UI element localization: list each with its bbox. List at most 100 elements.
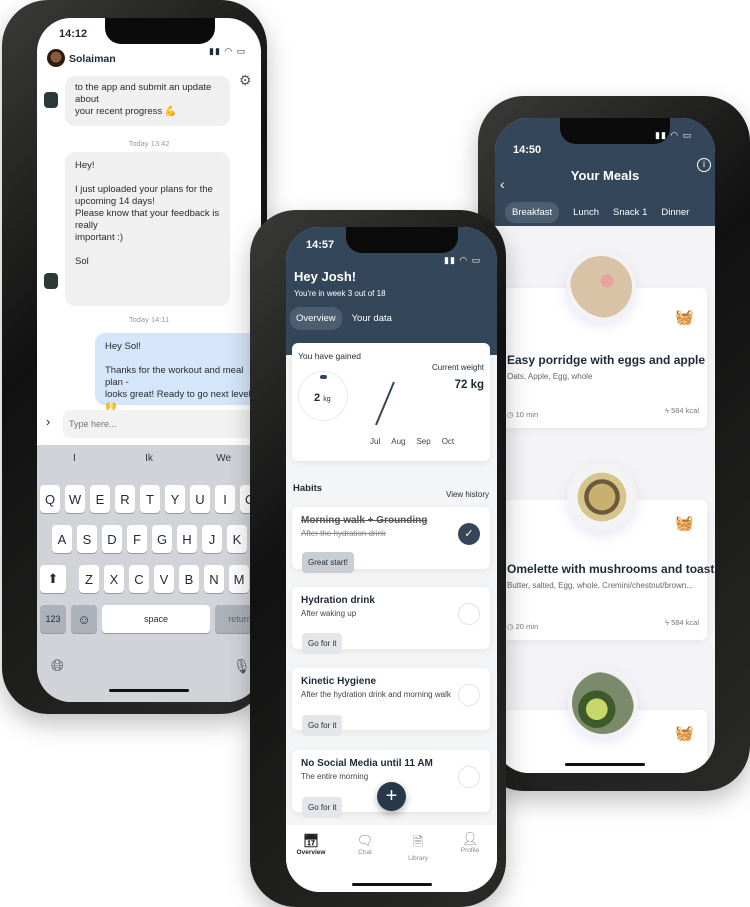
chat-screen: 14:12 ▮▮ ◠ ▭ Solaiman ⚙ to the app and s… (37, 18, 261, 702)
habit-checkbox[interactable] (458, 766, 480, 788)
current-weight: 72 kg (454, 379, 484, 391)
status-time: 14:57 (306, 239, 335, 251)
tab-snack-1[interactable]: Snack 1 (613, 202, 647, 223)
meal-ingredients: Butter, salted, Egg, whole, Cremini/ches… (507, 581, 693, 590)
meal-kcal-value: 584 kcal (671, 618, 699, 627)
keyboard-row-4: 123 ☺ space return (40, 605, 261, 633)
key-m[interactable]: M (229, 565, 249, 593)
home-indicator (565, 763, 645, 766)
weight-card[interactable]: You have gained 2 kg Jul Aug Sep Oct Cur… (292, 343, 490, 461)
month-label: Sep (416, 437, 431, 446)
info-icon[interactable]: i (697, 158, 711, 172)
message-input[interactable] (63, 410, 261, 438)
week-progress: You're in week 3 out of 18 (294, 289, 386, 298)
signal-icon: ▮▮ ◠ ▭ (655, 130, 693, 140)
key-s[interactable]: S (77, 525, 97, 553)
keyboard-row-3: ⬆ ZXCVBNM ⌫ (40, 565, 261, 593)
weight-trend-line (375, 381, 395, 426)
key-i[interactable]: I (215, 485, 235, 513)
key-f[interactable]: F (127, 525, 147, 553)
key-z[interactable]: Z (79, 565, 99, 593)
nav-overview[interactable]: 📅︎ Overview (291, 833, 331, 856)
calendar-check-icon: 📅︎ (302, 833, 320, 848)
habit-checkbox[interactable] (458, 603, 480, 625)
coach-avatar (44, 273, 58, 289)
meal-kcal: ϟ 584 kcal (665, 618, 699, 627)
meal-title: Omelette with mushrooms and toast (507, 562, 715, 576)
tab-dinner[interactable]: Dinner (661, 202, 689, 223)
message-bubble: Hey Sol! Thanks for the workout and meal… (95, 333, 261, 412)
emoji-key[interactable]: ☺ (71, 605, 97, 633)
gained-ring-progress (320, 375, 327, 379)
key-r[interactable]: R (115, 485, 135, 513)
add-habit-button[interactable]: + (377, 782, 406, 811)
habit-subtitle: After waking up (301, 609, 357, 618)
meal-kcal-value: 584 kcal (671, 406, 699, 415)
space-key[interactable]: space (102, 605, 210, 633)
tab-lunch[interactable]: Lunch (573, 202, 599, 223)
shift-key[interactable]: ⬆ (40, 565, 66, 593)
month-label: Aug (391, 437, 406, 446)
nav-chat[interactable]: 🗨︎ Chat (345, 833, 385, 856)
habit-title: No Social Media until 11 AM (301, 758, 433, 769)
key-w[interactable]: W (65, 485, 85, 513)
habit-title: Kinetic Hygiene (301, 676, 377, 687)
key-a[interactable]: A (52, 525, 72, 553)
key-k[interactable]: K (227, 525, 247, 553)
suggestion[interactable]: Ik (112, 453, 187, 464)
overview-screen: 14:57 ▮▮ ◠ ▭ Hey Josh! You're in week 3 … (286, 227, 497, 892)
key-t[interactable]: T (140, 485, 160, 513)
porridge-image (566, 252, 636, 322)
key-u[interactable]: U (190, 485, 210, 513)
settings-gear-icon[interactable]: ⚙ (239, 72, 252, 89)
meals-phone: 14:50 ▮▮ ◠ ▭ ‹ Your Meals i Breakfast Lu… (478, 96, 750, 791)
add-to-basket-icon[interactable]: 🧺 (675, 308, 694, 326)
key-y[interactable]: Y (165, 485, 185, 513)
key-v[interactable]: V (154, 565, 174, 593)
tab-your-data[interactable]: Your data (350, 307, 394, 330)
suggestion[interactable]: I (37, 453, 112, 464)
key-d[interactable]: D (102, 525, 122, 553)
add-to-basket-icon[interactable]: 🧺 (675, 724, 694, 742)
nav-profile[interactable]: 👤︎ Profile (450, 831, 490, 854)
nav-label: Chat (358, 849, 372, 856)
habit-action-button[interactable]: Go for it (302, 797, 343, 818)
avocado-image (568, 668, 638, 738)
microphone-icon[interactable]: 🎙︎ (233, 658, 251, 675)
keyboard-letters: ZXCVBNM (79, 565, 249, 593)
habit-checkbox[interactable] (458, 684, 480, 706)
key-e[interactable]: E (90, 485, 110, 513)
habit-action-button[interactable]: Go for it (302, 633, 343, 654)
habit-action-button[interactable]: Go for it (302, 715, 343, 736)
key-j[interactable]: J (202, 525, 222, 553)
tab-breakfast[interactable]: Breakfast (505, 202, 560, 223)
tab-overview[interactable]: Overview (290, 307, 342, 330)
view-history-link[interactable]: View history (446, 490, 489, 499)
status-time: 14:50 (513, 144, 542, 156)
omelette-image (567, 462, 637, 532)
habits-title: Habits (293, 483, 323, 494)
key-n[interactable]: N (204, 565, 224, 593)
coach-avatar (44, 92, 58, 108)
contact-avatar[interactable] (47, 49, 65, 67)
gained-number: 2 (314, 392, 321, 404)
timestamp: Today 14:11 (128, 315, 170, 324)
habit-action-button[interactable]: Great start! (302, 552, 355, 573)
key-q[interactable]: Q (40, 485, 60, 513)
key-c[interactable]: C (129, 565, 149, 593)
expand-chevron-icon[interactable]: › (46, 414, 50, 429)
meal-kcal: ϟ 584 kcal (665, 406, 699, 415)
nav-library[interactable]: 🗎 Library (398, 833, 438, 862)
key-x[interactable]: X (104, 565, 124, 593)
key-g[interactable]: G (152, 525, 172, 553)
habit-done-check-icon[interactable]: ✓ (458, 523, 480, 545)
meal-time: ◷ 10 min (507, 410, 539, 419)
key-b[interactable]: B (179, 565, 199, 593)
numbers-key[interactable]: 123 (40, 605, 66, 633)
month-label: Oct (441, 437, 455, 446)
add-to-basket-icon[interactable]: 🧺 (675, 514, 694, 532)
key-h[interactable]: H (177, 525, 197, 553)
globe-icon[interactable]: 🌐︎ (51, 658, 64, 676)
current-weight-label: Current weight (431, 363, 484, 372)
gained-value: 2 kg (314, 392, 331, 404)
